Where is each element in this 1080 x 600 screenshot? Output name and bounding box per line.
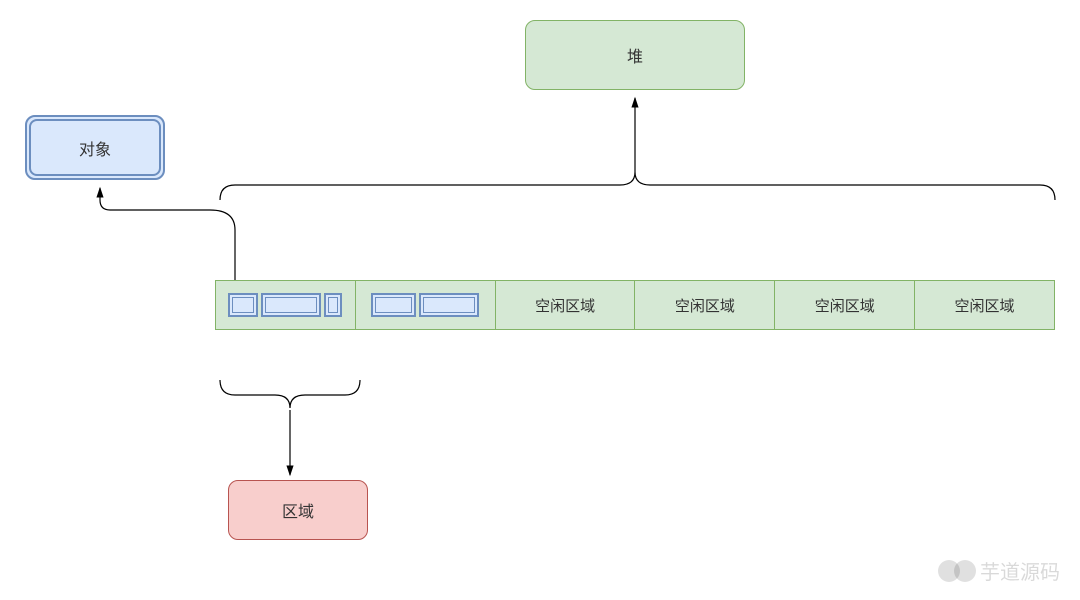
- wechat-icon: [954, 560, 976, 582]
- memory-cell: 空闲区域: [496, 281, 636, 329]
- allocated-object: [371, 293, 416, 317]
- allocated-object: [228, 293, 258, 317]
- heap-label-box: 堆: [525, 20, 745, 90]
- memory-cell: 空闲区域: [635, 281, 775, 329]
- watermark: 芋道源码: [938, 556, 1060, 585]
- free-region-label: 空闲区域: [815, 295, 875, 316]
- allocated-object: [419, 293, 479, 317]
- heap-label: 堆: [627, 43, 643, 67]
- memory-cell: [356, 281, 496, 329]
- free-region-label: 空闲区域: [675, 295, 735, 316]
- memory-cell: 空闲区域: [775, 281, 915, 329]
- memory-cell: [216, 281, 356, 329]
- memory-strip: 空闲区域 空闲区域 空闲区域 空闲区域: [215, 280, 1055, 330]
- allocated-object: [324, 293, 342, 317]
- region-label-box: 区域: [228, 480, 368, 540]
- allocated-object: [261, 293, 321, 317]
- memory-cell: 空闲区域: [915, 281, 1054, 329]
- object-label-box: 对象: [25, 115, 165, 180]
- watermark-text: 芋道源码: [980, 556, 1060, 585]
- region-label: 区域: [282, 498, 314, 522]
- free-region-label: 空闲区域: [535, 295, 595, 316]
- object-label: 对象: [79, 136, 111, 160]
- free-region-label: 空闲区域: [955, 295, 1015, 316]
